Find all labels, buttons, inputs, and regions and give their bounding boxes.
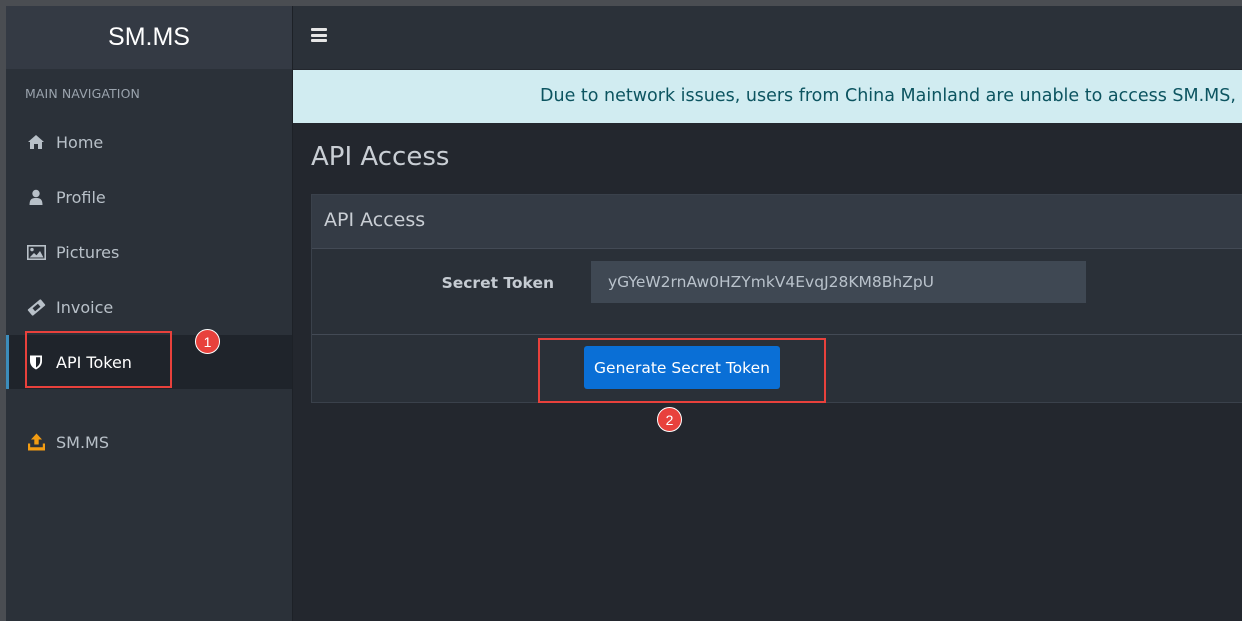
sidebar-item-label: Invoice bbox=[56, 297, 114, 317]
top-navbar bbox=[293, 6, 1242, 69]
network-notice-alert: Due to network issues, users from China … bbox=[293, 70, 1242, 123]
step-badge-2: 2 bbox=[657, 407, 682, 432]
shield-icon bbox=[26, 353, 46, 371]
ticket-icon bbox=[26, 298, 46, 316]
hamburger-icon[interactable] bbox=[311, 28, 327, 42]
card-title: API Access bbox=[312, 195, 1242, 249]
secret-token-row: Secret Token bbox=[312, 249, 1242, 335]
image-icon bbox=[26, 243, 46, 261]
card-footer: Generate Secret Token bbox=[312, 335, 1242, 402]
sidebar-item-profile[interactable]: Profile bbox=[6, 170, 292, 224]
secret-token-label: Secret Token bbox=[441, 274, 554, 292]
sidebar: SM.MS MAIN NAVIGATION Home Profile Pictu… bbox=[6, 6, 293, 621]
user-icon bbox=[26, 188, 46, 206]
sidebar-item-label: API Token bbox=[56, 352, 132, 372]
nav-section-header: MAIN NAVIGATION bbox=[25, 86, 140, 101]
sidebar-item-invoice[interactable]: Invoice bbox=[6, 280, 292, 334]
app-window: SM.MS MAIN NAVIGATION Home Profile Pictu… bbox=[6, 6, 1242, 621]
brand-logo[interactable]: SM.MS bbox=[6, 6, 292, 69]
home-icon bbox=[26, 133, 46, 151]
secret-token-field[interactable] bbox=[591, 261, 1086, 303]
step-badge-1: 1 bbox=[195, 329, 220, 354]
sidebar-item-pictures[interactable]: Pictures bbox=[6, 225, 292, 279]
sidebar-item-label: Home bbox=[56, 132, 104, 152]
sidebar-item-label: Pictures bbox=[56, 242, 120, 262]
sidebar-item-label: Profile bbox=[56, 187, 106, 207]
sidebar-item-home[interactable]: Home bbox=[6, 115, 292, 169]
generate-secret-token-button[interactable]: Generate Secret Token bbox=[584, 346, 780, 389]
sidebar-item-label: SM.MS bbox=[56, 432, 110, 452]
api-access-card: API Access Secret Token Generate Secret … bbox=[311, 194, 1242, 403]
upload-icon bbox=[26, 433, 46, 451]
sidebar-item-smms-upload[interactable]: SM.MS bbox=[6, 415, 292, 469]
sidebar-item-api-token[interactable]: API Token bbox=[6, 335, 292, 389]
page-title: API Access bbox=[311, 142, 450, 172]
